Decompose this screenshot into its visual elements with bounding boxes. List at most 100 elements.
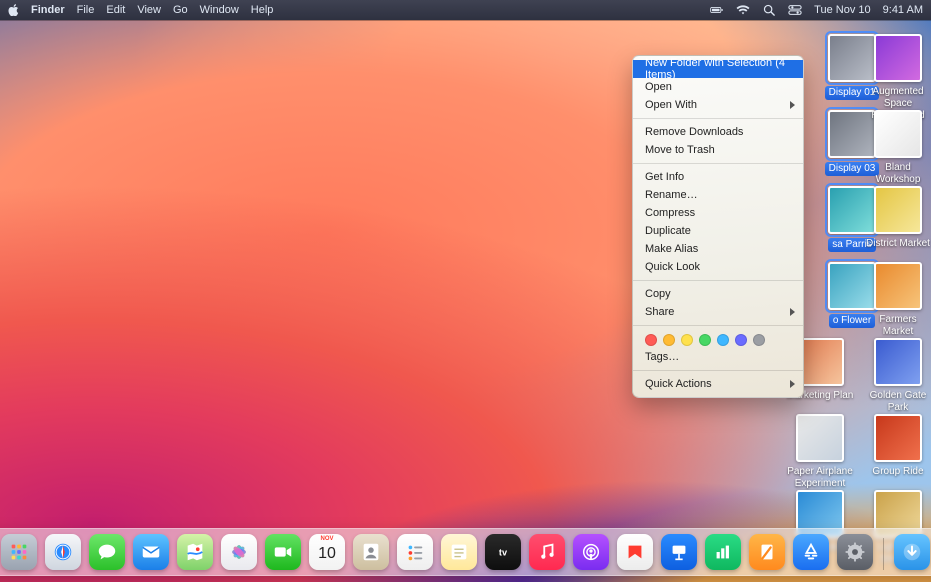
menu-item[interactable]: Open With <box>633 96 803 114</box>
desktop-file-icon[interactable]: Bland Workshop <box>864 110 931 186</box>
dock-app-notes[interactable] <box>441 534 477 570</box>
menu-separator <box>633 163 803 164</box>
menu-item-label: Open <box>645 81 672 93</box>
menubar-file[interactable]: File <box>77 0 95 20</box>
context-menu: New Folder with Selection (4 Items) Open O… <box>632 55 804 398</box>
dock-app-downloads[interactable] <box>894 534 930 570</box>
file-thumbnail <box>796 414 844 462</box>
desktop-file-icon[interactable]: Group Ride <box>864 414 931 478</box>
tag-color-dot[interactable] <box>681 334 693 346</box>
menu-separator <box>633 118 803 119</box>
menu-item[interactable]: Move to Trash <box>633 141 803 159</box>
menu-item[interactable]: Share <box>633 303 803 321</box>
menubar-time[interactable]: 9:41 AM <box>883 0 923 20</box>
dock-app-music[interactable] <box>529 534 565 570</box>
file-thumbnail <box>874 262 922 310</box>
menu-item[interactable]: Quick Actions <box>633 375 803 393</box>
file-label: Group Ride <box>872 466 923 478</box>
calendar-month: NOV <box>309 536 345 542</box>
menu-item[interactable]: Remove Downloads <box>633 123 803 141</box>
menubar-date[interactable]: Tue Nov 10 <box>814 0 870 20</box>
menubar-view[interactable]: View <box>137 0 161 20</box>
desktop-file-icon[interactable]: Augmented Space Reimagined <box>864 34 931 122</box>
menubar-go[interactable]: Go <box>173 0 188 20</box>
dock-app-contacts[interactable] <box>353 534 389 570</box>
menu-item[interactable]: Compress <box>633 204 803 222</box>
menu-item-label: Move to Trash <box>645 144 715 156</box>
menu-item-label: Share <box>645 306 674 318</box>
menu-item[interactable]: Copy <box>633 285 803 303</box>
menu-separator <box>633 325 803 326</box>
dock-app-calendar[interactable]: NOV 10 <box>309 534 345 570</box>
menu-item-label: Remove Downloads <box>645 126 743 138</box>
menu-item[interactable]: Tags… <box>633 348 803 366</box>
control-center-icon[interactable] <box>788 4 802 16</box>
dock-app-photos[interactable] <box>221 534 257 570</box>
dock-app-appstore[interactable] <box>793 534 829 570</box>
menu-tag-colors <box>633 330 803 348</box>
dock-app-preferences[interactable] <box>837 534 873 570</box>
tag-color-dot[interactable] <box>663 334 675 346</box>
menubar-window[interactable]: Window <box>200 0 239 20</box>
dock-app-messages[interactable] <box>89 534 125 570</box>
menu-separator <box>633 370 803 371</box>
menu-item[interactable]: Get Info <box>633 168 803 186</box>
file-label: Bland Workshop <box>864 162 931 186</box>
menu-item-label: Compress <box>645 207 695 219</box>
tag-color-dot[interactable] <box>645 334 657 346</box>
file-label: Golden Gate Park <box>864 390 931 414</box>
menubar-app-name[interactable]: Finder <box>31 0 65 20</box>
tag-color-dot[interactable] <box>753 334 765 346</box>
apple-menu-icon[interactable] <box>8 4 19 16</box>
dock-app-reminders[interactable] <box>397 534 433 570</box>
dock-app-keynote[interactable] <box>661 534 697 570</box>
dock-app-safari[interactable] <box>45 534 81 570</box>
menu-item-label: Get Info <box>645 171 684 183</box>
dock-separator <box>883 538 884 570</box>
desktop-file-icon[interactable]: Paper Airplane Experiment <box>786 414 854 490</box>
file-thumbnail <box>874 186 922 234</box>
menu-item-label: Open With <box>645 99 697 111</box>
menu-item[interactable]: Quick Look <box>633 258 803 276</box>
file-label: Paper Airplane Experiment <box>786 466 854 490</box>
dock-app-pages[interactable] <box>749 534 785 570</box>
dock-app-facetime[interactable] <box>265 534 301 570</box>
menubar: Finder File Edit View Go Window Help Tue… <box>0 0 931 20</box>
menu-item-label: Rename… <box>645 189 698 201</box>
menu-item[interactable]: New Folder with Selection (4 Items) <box>633 60 803 78</box>
dock-app-mail[interactable] <box>133 534 169 570</box>
tag-color-dot[interactable] <box>717 334 729 346</box>
wifi-icon[interactable] <box>736 4 750 16</box>
file-thumbnail <box>874 34 922 82</box>
dock-app-launchpad[interactable] <box>1 534 37 570</box>
file-label: District Market <box>866 238 930 250</box>
menu-item-label: Make Alias <box>645 243 698 255</box>
file-thumbnail <box>874 414 922 462</box>
calendar-day: 10 <box>309 545 345 563</box>
dock-app-podcasts[interactable] <box>573 534 609 570</box>
desktop-file-icon[interactable]: District Market <box>864 186 931 250</box>
dock-app-news[interactable] <box>617 534 653 570</box>
menu-item[interactable]: Open <box>633 78 803 96</box>
menu-item-label: Copy <box>645 288 671 300</box>
dock-app-maps[interactable] <box>177 534 213 570</box>
menu-item-label: Duplicate <box>645 225 691 237</box>
menubar-help[interactable]: Help <box>251 0 274 20</box>
menubar-edit[interactable]: Edit <box>106 0 125 20</box>
menu-item[interactable]: Rename… <box>633 186 803 204</box>
battery-icon[interactable] <box>710 4 724 16</box>
menu-item-label: Quick Look <box>645 261 700 273</box>
tag-color-dot[interactable] <box>699 334 711 346</box>
dock-app-numbers[interactable] <box>705 534 741 570</box>
file-thumbnail <box>874 110 922 158</box>
desktop-file-icon[interactable]: Golden Gate Park <box>864 338 931 414</box>
tag-color-dot[interactable] <box>735 334 747 346</box>
menu-item[interactable]: Make Alias <box>633 240 803 258</box>
dock: NOV 10 tv <box>0 528 931 576</box>
spotlight-icon[interactable] <box>762 4 776 16</box>
dock-app-tv[interactable]: tv <box>485 534 521 570</box>
svg-text:tv: tv <box>499 548 508 558</box>
dock-container: NOV 10 tv <box>0 528 931 576</box>
menu-item-label: Tags… <box>645 351 679 363</box>
menu-item[interactable]: Duplicate <box>633 222 803 240</box>
